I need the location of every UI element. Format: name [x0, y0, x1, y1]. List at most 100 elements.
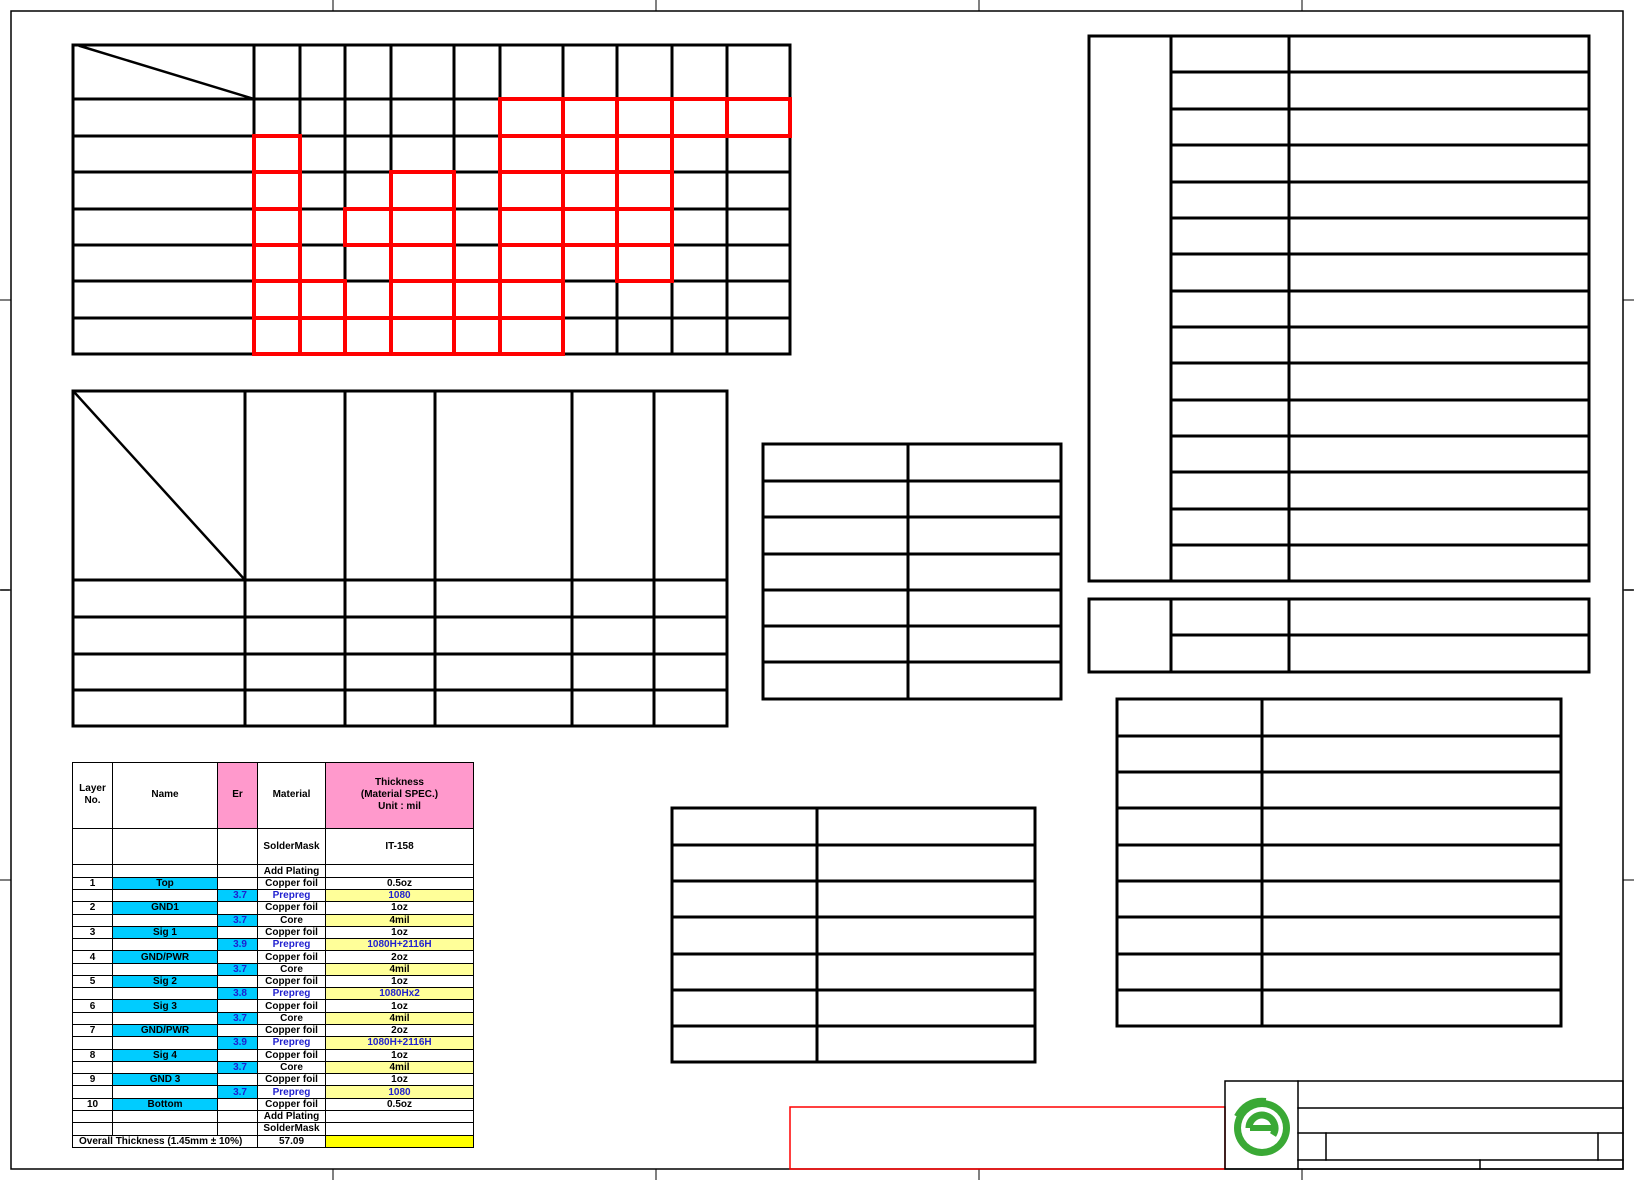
layer-er: 3.7 [217, 913, 258, 927]
layer-thickness: IT-158 [325, 827, 474, 866]
layer-number [72, 1122, 113, 1136]
layer-material: Prepreg [257, 987, 326, 1001]
highlighted-cell [498, 170, 565, 211]
stackup-row: 3.7 Prepreg 1080 [72, 1085, 474, 1099]
layer-thickness: 2oz [325, 1024, 474, 1038]
layer-material: Core [257, 913, 326, 927]
header-thickness: Thickness (Material SPEC.) Unit : mil [325, 762, 474, 829]
layer-er: 3.9 [217, 1036, 258, 1050]
layer-thickness: 1oz [325, 974, 474, 989]
highlighted-cell [561, 97, 619, 138]
layer-thickness: 4mil [325, 1011, 474, 1026]
layer-thickness: 1080 [325, 888, 474, 903]
layer-material: Prepreg [257, 1036, 326, 1050]
layer-er [217, 876, 258, 890]
layer-number [72, 938, 113, 952]
layer-name: Sig 1 [112, 925, 218, 940]
highlighted-cell [615, 134, 674, 174]
layer-er [217, 1097, 258, 1112]
layer-thickness: 1oz [325, 1073, 474, 1087]
layer-number: 4 [72, 950, 113, 964]
layer-thickness [325, 864, 474, 878]
layer-name [112, 1085, 218, 1099]
header-layer-no: Layer No. [72, 762, 113, 829]
stackup-row: Add Plating [72, 1110, 474, 1124]
overall-thickness-value: 57.09 [257, 1134, 326, 1149]
highlighted-cell [298, 279, 347, 320]
layer-name [112, 962, 218, 976]
layer-material: Core [257, 1060, 326, 1075]
layer-material: Copper foil [257, 1048, 326, 1062]
layer-material: Add Plating [257, 864, 326, 878]
stackup-row: 3.8 Prepreg 1080Hx2 [72, 987, 474, 1001]
highlighted-cell [252, 170, 302, 211]
layer-er [217, 1024, 258, 1038]
stackup-row: 10 Bottom Copper foil 0.5oz [72, 1097, 474, 1112]
stackup-row: 2 GND1 Copper foil 1oz [72, 901, 474, 915]
highlighted-cell [615, 243, 674, 283]
stackup-row: 3.7 Core 4mil [72, 913, 474, 927]
stackup-row: 4 GND/PWR Copper foil 2oz [72, 950, 474, 964]
layer-thickness: 1oz [325, 925, 474, 940]
spec-table-right-lower [1115, 697, 1563, 1028]
highlighted-cell [561, 170, 619, 211]
layer-name [112, 987, 218, 1001]
header-thickness-line: (Material SPEC.) [360, 789, 439, 801]
highlighted-cell [343, 316, 393, 356]
layer-thickness: 1oz [325, 1048, 474, 1062]
stackup-row: Add Plating [72, 864, 474, 878]
layer-thickness: 1080Hx2 [325, 987, 474, 1001]
highlighted-cell [615, 97, 674, 138]
highlighted-cell [389, 170, 456, 211]
highlighted-cell [252, 316, 302, 356]
stackup-row: 6 Sig 3 Copper foil 1oz [72, 999, 474, 1013]
layer-thickness: 1oz [325, 901, 474, 915]
layer-er [217, 1122, 258, 1136]
layer-er [217, 1048, 258, 1062]
header-material: Material [257, 762, 326, 829]
layer-thickness: 4mil [325, 913, 474, 927]
highlighted-cell [498, 97, 565, 138]
title-block-red-box [789, 1106, 1226, 1170]
layer-number [72, 1036, 113, 1050]
highlighted-cell [298, 316, 347, 356]
header-thickness-line: Unit : mil [378, 801, 421, 813]
highlighted-cell [498, 243, 565, 283]
layer-er [217, 950, 258, 964]
layer-material: Copper foil [257, 1073, 326, 1087]
highlighted-cell [615, 207, 674, 247]
layer-name: GND 3 [112, 1073, 218, 1087]
highlighted-cell [389, 243, 456, 283]
overall-thickness-result [325, 1134, 474, 1149]
highlighted-cell [670, 97, 729, 138]
stackup-row: 3.9 Prepreg 1080H+2116H [72, 938, 474, 952]
layer-number: 1 [72, 876, 113, 890]
highlighted-cell [615, 170, 674, 211]
company-logo-icon [1234, 1097, 1290, 1156]
layer-material: SolderMask [257, 1122, 326, 1136]
header-name: Name [112, 762, 218, 829]
layer-thickness: 1080 [325, 1085, 474, 1099]
stackup-row: 3.9 Prepreg 1080H+2116H [72, 1036, 474, 1050]
layer-number: 8 [72, 1048, 113, 1062]
layer-number [72, 1110, 113, 1124]
layer-material: SolderMask [257, 827, 326, 866]
layer-number [72, 1011, 113, 1026]
layer-name: GND1 [112, 901, 218, 915]
layer-er [217, 901, 258, 915]
highlighted-cell [561, 134, 619, 174]
layer-thickness [325, 1110, 474, 1124]
layer-er: 3.7 [217, 1011, 258, 1026]
highlighted-cell [452, 316, 502, 356]
highlighted-cell [452, 279, 502, 320]
layer-material: Copper foil [257, 1024, 326, 1038]
title-block [789, 1080, 1624, 1170]
layer-material: Core [257, 962, 326, 976]
highlighted-cell [498, 316, 565, 356]
layer-er [217, 999, 258, 1013]
highlighted-cell [498, 134, 565, 174]
layer-er [217, 925, 258, 940]
layer-material: Copper foil [257, 876, 326, 890]
layer-number [72, 962, 113, 976]
spec-table-bottom [670, 806, 1037, 1064]
